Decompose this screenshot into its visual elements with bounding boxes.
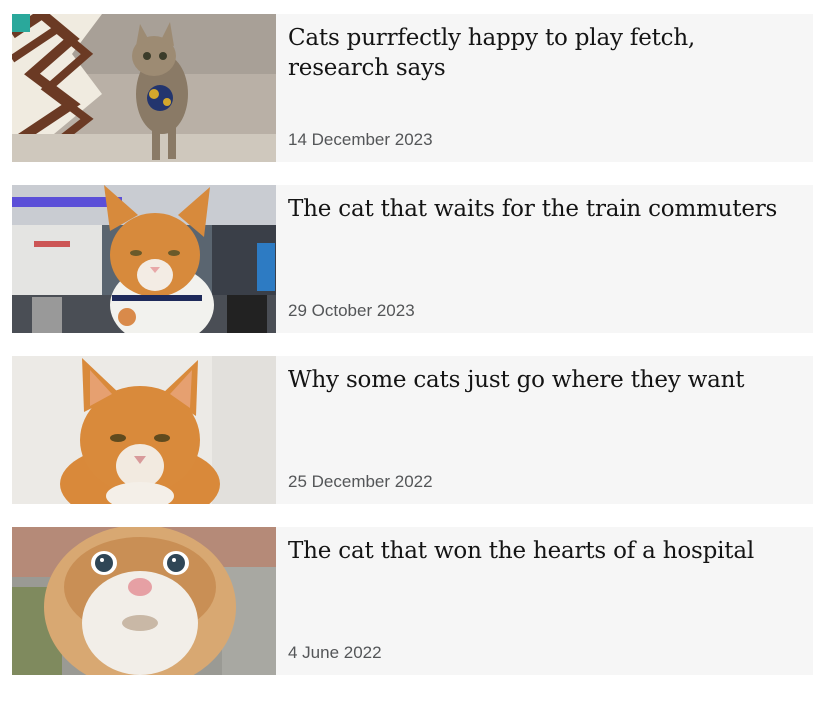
kitten-with-toy-image [12, 14, 276, 162]
article-thumbnail[interactable] [12, 527, 276, 675]
article-headline[interactable]: The cat that won the hearts of a hospita… [288, 527, 801, 566]
article-thumbnail[interactable] [12, 185, 276, 333]
article-headline[interactable]: Cats purrfectly happy to play fetch, res… [288, 14, 801, 83]
article-card[interactable]: The cat that waits for the train commute… [12, 185, 813, 333]
article-card[interactable]: Why some cats just go where they want 25… [12, 356, 813, 504]
article-date: 14 December 2023 [288, 130, 433, 149]
article-card[interactable]: Cats purrfectly happy to play fetch, res… [12, 14, 813, 162]
article-list: Cats purrfectly happy to play fetch, res… [12, 14, 813, 698]
article-body: Why some cats just go where they want 25… [276, 356, 813, 504]
hospital-cat-image [12, 527, 276, 675]
article-thumbnail[interactable] [12, 356, 276, 504]
ginger-cat-image [12, 356, 276, 504]
article-headline[interactable]: Why some cats just go where they want [288, 356, 801, 395]
article-date: 25 December 2022 [288, 472, 433, 491]
article-body: Cats purrfectly happy to play fetch, res… [276, 14, 813, 162]
article-date: 29 October 2023 [288, 301, 415, 320]
station-cat-image [12, 185, 276, 333]
article-card[interactable]: The cat that won the hearts of a hospita… [12, 527, 813, 675]
article-body: The cat that won the hearts of a hospita… [276, 527, 813, 675]
article-headline[interactable]: The cat that waits for the train commute… [288, 185, 801, 224]
article-thumbnail[interactable] [12, 14, 276, 162]
article-body: The cat that waits for the train commute… [276, 185, 813, 333]
article-date: 4 June 2022 [288, 643, 382, 662]
